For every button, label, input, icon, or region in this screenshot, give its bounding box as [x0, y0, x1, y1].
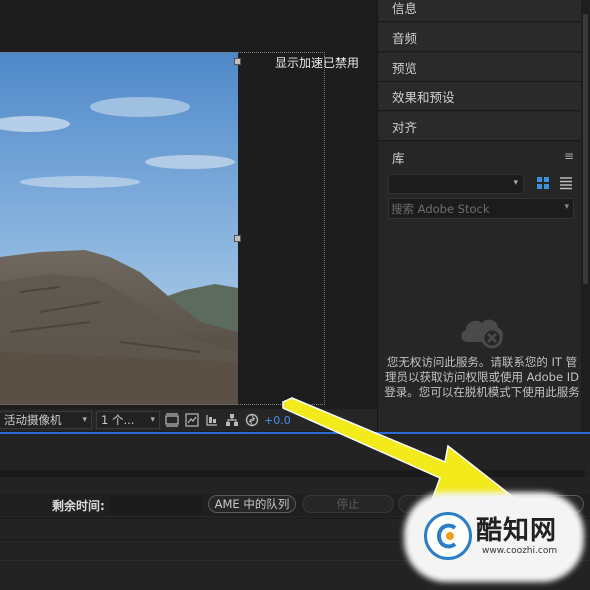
composition-image — [0, 52, 238, 405]
coozhi-logo-icon — [424, 512, 472, 560]
panel-tab-label: 音频 — [392, 30, 418, 46]
frame-handle-top[interactable] — [234, 58, 241, 65]
reset-exposure-icon[interactable] — [244, 412, 260, 428]
panel-scrollbar[interactable] — [581, 0, 590, 432]
chevron-down-icon: ▾ — [150, 415, 155, 425]
frame-handle-middle[interactable] — [234, 235, 241, 242]
panel-tab-preview[interactable]: 预览 — [378, 53, 582, 82]
timeline-icon[interactable] — [204, 412, 220, 428]
library-select[interactable]: ▾ — [388, 174, 524, 194]
exposure-value[interactable]: +0.0 — [264, 414, 291, 427]
panel-tab-align[interactable]: 对齐 — [378, 112, 582, 141]
views-value: 1 个... — [101, 413, 135, 427]
right-panel-stack: 信息 音频 预览 效果和预设 对齐 库 ≡ ▾ 搜索 Adobe Stock ▾… — [377, 0, 590, 432]
active-camera-value: 活动摄像机 — [4, 413, 62, 427]
watermark-url: www.coozhi.com — [482, 546, 558, 556]
queue-in-ame-label: AME 中的队列 — [214, 497, 290, 511]
chevron-down-icon: ▾ — [513, 178, 518, 188]
viewer-toolbar: 活动摄像机 ▾ 1 个... ▾ +0.0 — [0, 409, 377, 431]
adobe-stock-search-input[interactable]: 搜索 Adobe Stock ▾ — [388, 198, 574, 219]
chevron-down-icon: ▾ — [564, 202, 569, 212]
panel-tab-label: 预览 — [392, 60, 418, 76]
search-placeholder: 搜索 Adobe Stock — [391, 202, 490, 216]
flowchart-icon[interactable] — [224, 412, 240, 428]
fast-previews-icon[interactable] — [184, 412, 200, 428]
toggle-pixel-aspect-icon[interactable] — [164, 412, 180, 428]
remaining-time-value — [110, 496, 202, 514]
grid-view-icon[interactable] — [536, 176, 550, 190]
panel-tab-info[interactable]: 信息 — [378, 0, 582, 22]
panel-menu-icon[interactable]: ≡ — [564, 149, 574, 163]
display-acceleration-disabled-label: 显示加速已禁用 — [275, 56, 360, 70]
chevron-down-icon: ▾ — [82, 415, 87, 425]
views-select[interactable]: 1 个... ▾ — [96, 411, 160, 429]
composition-viewer[interactable]: 显示加速已禁用 活动摄像机 ▾ 1 个... ▾ +0.0 — [0, 0, 377, 432]
watermark-logo: 酷知网 www.coozhi.com — [410, 498, 578, 576]
panel-tab-label: 对齐 — [392, 119, 418, 135]
stop-label: 停止 — [336, 497, 360, 511]
list-view-icon[interactable] — [559, 176, 573, 190]
no-access-message: 您无权访问此服务。请联系您的 IT 管理员以获取访问权限或使用 Adobe ID… — [384, 355, 580, 399]
watermark-title: 酷知网 — [476, 516, 558, 546]
panel-tab-audio[interactable]: 音频 — [378, 23, 582, 52]
panel-tab-label: 信息 — [392, 0, 418, 16]
render-progress-bar — [0, 470, 585, 477]
panel-tab-effects-presets[interactable]: 效果和预设 — [378, 82, 582, 111]
libraries-panel: 库 ≡ ▾ 搜索 Adobe Stock ▾ 您无权访问此服务。请联系您的 IT… — [378, 142, 582, 432]
libraries-title: 库 — [392, 151, 405, 166]
remaining-time-label: 剩余时间: — [52, 499, 105, 513]
cloud-disconnected-icon — [456, 312, 506, 350]
stop-button[interactable]: 停止 — [302, 495, 394, 513]
scrollbar-thumb[interactable] — [583, 14, 588, 284]
panel-tab-label: 效果和预设 — [392, 89, 455, 105]
queue-in-ame-button[interactable]: AME 中的队列 — [208, 495, 296, 513]
active-camera-select[interactable]: 活动摄像机 ▾ — [0, 411, 92, 429]
